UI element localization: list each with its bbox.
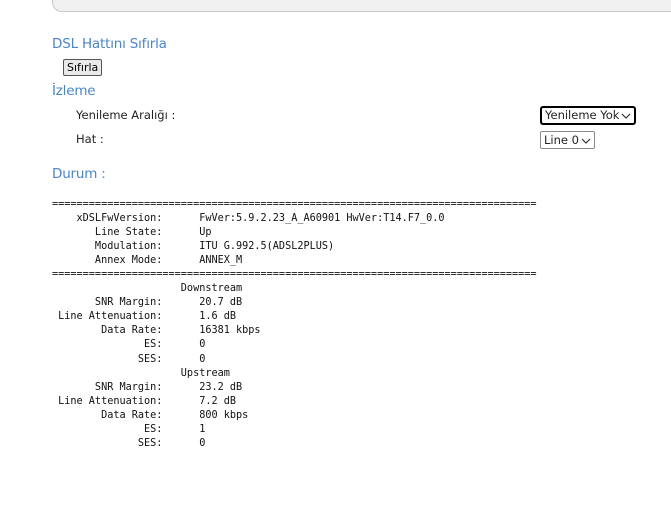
chevron-down-icon [622,113,631,119]
section-title-dsl-reset: DSL Hattını Sıfırla [52,36,167,52]
chevron-down-icon [581,138,591,144]
top-panel-edge [52,0,671,12]
line-select[interactable]: Line 0 [540,131,595,149]
section-title-status: Durum : [52,166,106,182]
refresh-interval-select[interactable]: Yenileme Yok [540,106,637,125]
reset-button[interactable]: Sıfırla [63,59,103,76]
refresh-interval-value: Yenileme Yok [545,108,620,122]
dsl-status-output: ========================================… [52,199,537,449]
refresh-interval-label: Yenileme Aralığı : [76,108,176,122]
line-label: Hat : [76,132,104,146]
line-value: Line 0 [544,133,579,147]
section-title-monitor: İzleme [52,83,96,99]
